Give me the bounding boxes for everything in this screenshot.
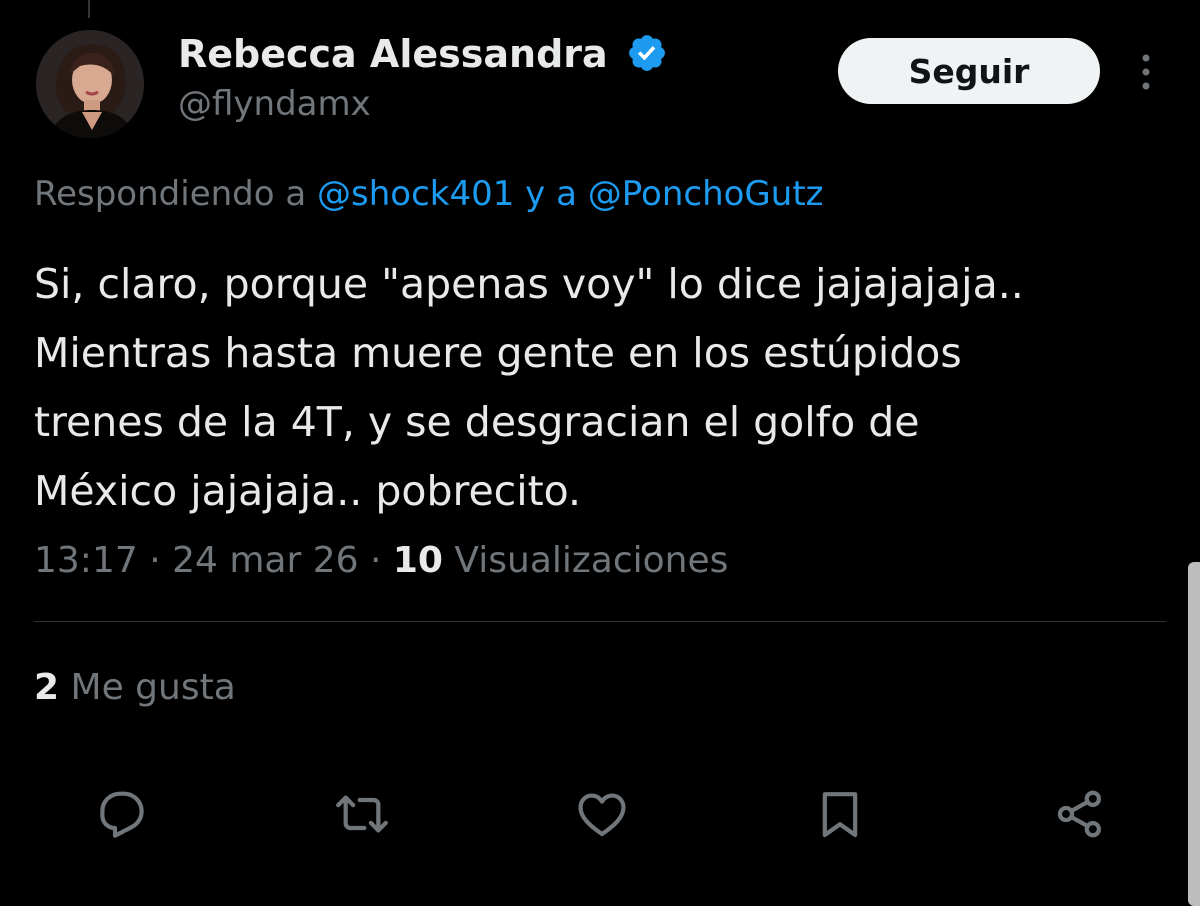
views-label[interactable]: Visualizaciones bbox=[443, 540, 728, 581]
more-options-icon[interactable] bbox=[1126, 50, 1166, 94]
tweet-time[interactable]: 13:17 bbox=[34, 540, 138, 581]
tweet-text-line: trenes de la 4T, y se desgracian el golf… bbox=[34, 398, 920, 446]
tweet-text: Si, claro, porque "apenas voy" lo dice j… bbox=[34, 250, 1174, 526]
tweet-date[interactable]: 24 mar 26 bbox=[172, 540, 358, 581]
user-handle[interactable]: @flyndamx bbox=[178, 82, 371, 126]
replying-to: Respondiendo a @shock401 y a @PonchoGutz bbox=[34, 170, 824, 218]
meta-separator: · bbox=[358, 540, 393, 581]
retweet-icon[interactable] bbox=[332, 784, 392, 844]
verified-badge-icon[interactable] bbox=[626, 32, 668, 74]
mention-joiner[interactable]: y a bbox=[514, 174, 587, 214]
likes-summary[interactable]: 2 Me gusta bbox=[34, 663, 236, 713]
follow-button[interactable]: Seguir bbox=[838, 38, 1100, 104]
divider bbox=[34, 621, 1166, 622]
tweet-text-line: Si, claro, porque "apenas voy" lo dice j… bbox=[34, 260, 1024, 308]
bookmark-icon[interactable] bbox=[810, 784, 870, 844]
likes-count[interactable]: 2 bbox=[34, 667, 59, 708]
share-icon[interactable] bbox=[1050, 784, 1110, 844]
tweet-metadata: 13:17 · 24 mar 26 · 10 Visualizaciones bbox=[34, 536, 728, 586]
tweet-text-line: Mientras hasta muere gente en los estúpi… bbox=[34, 329, 962, 377]
like-icon[interactable] bbox=[572, 784, 632, 844]
views-count[interactable]: 10 bbox=[393, 540, 443, 581]
thread-connector-line bbox=[88, 0, 90, 18]
tweet-text-line: México jajajaja.. pobrecito. bbox=[34, 467, 582, 515]
mention-link-ponchogutz[interactable]: @PonchoGutz bbox=[588, 174, 824, 214]
avatar[interactable] bbox=[36, 30, 144, 138]
meta-separator: · bbox=[137, 540, 173, 581]
scrollbar[interactable] bbox=[1188, 562, 1200, 906]
reply-icon[interactable] bbox=[92, 784, 152, 844]
mention-link-shock401[interactable]: @shock401 bbox=[317, 174, 514, 214]
likes-label[interactable]: Me gusta bbox=[59, 667, 236, 708]
display-name[interactable]: Rebecca Alessandra bbox=[178, 30, 608, 78]
replying-to-label: Respondiendo a bbox=[34, 174, 317, 214]
